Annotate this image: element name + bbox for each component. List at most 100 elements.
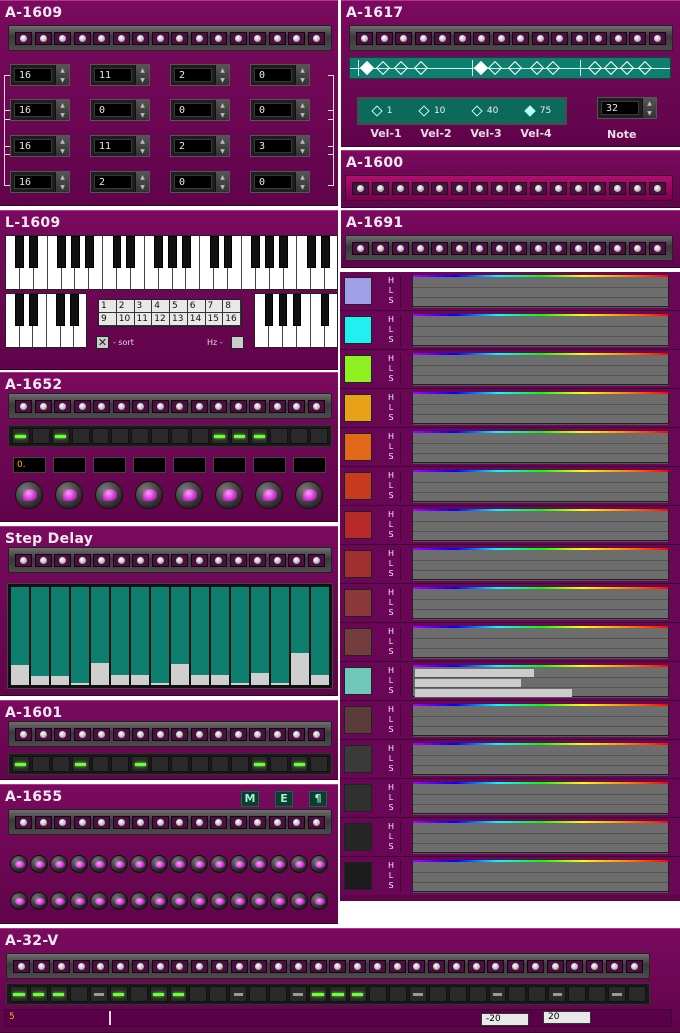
led-button[interactable] [210,553,228,567]
velocity-marker[interactable] [545,60,561,76]
led-button[interactable] [451,241,469,255]
step-strip[interactable] [8,753,332,775]
channel-cell[interactable]: 5 [170,300,188,313]
led-button[interactable] [93,31,111,45]
small-knob[interactable] [270,892,288,910]
step-delay-column[interactable] [51,587,69,685]
led-button[interactable] [190,31,208,45]
small-knob[interactable] [110,892,128,910]
step-button[interactable] [131,756,150,772]
black-key[interactable] [154,236,164,268]
led-button[interactable] [428,959,446,973]
led-button[interactable] [13,959,31,973]
black-key[interactable] [292,294,302,326]
small-knob[interactable] [290,855,308,873]
led-button[interactable] [54,815,72,829]
led-button[interactable] [531,31,549,45]
black-key[interactable] [84,236,94,268]
led-button[interactable] [566,959,584,973]
step-delay-column[interactable] [71,587,89,685]
color-swatch[interactable] [344,316,372,344]
spin-arrows[interactable]: ▲ ▼ [55,136,69,156]
number-stepper[interactable]: 11 ▲ ▼ [90,64,150,86]
channel-cell[interactable]: 13 [170,313,188,326]
velocity-marker[interactable] [587,60,603,76]
led-button[interactable] [408,959,426,973]
led-button[interactable] [268,815,286,829]
step-button[interactable] [210,756,229,772]
step-button[interactable] [408,986,427,1002]
step-button[interactable] [71,428,90,444]
led-button[interactable] [309,959,327,973]
step-button[interactable] [71,756,90,772]
number-stepper[interactable]: 2 ▲ ▼ [90,171,150,193]
value-field[interactable] [93,457,126,473]
led-button[interactable] [112,815,130,829]
velocity-item[interactable]: 75 [524,105,551,117]
hls-sliders[interactable] [412,626,669,659]
led-button[interactable] [288,553,306,567]
step-button[interactable] [31,428,50,444]
spin-arrows[interactable]: ▲ ▼ [135,172,149,192]
value-field[interactable]: 0. [13,457,46,473]
hls-sliders[interactable] [412,392,669,425]
position-bar[interactable]: 5 -20 20 [4,1009,672,1027]
led-button[interactable] [288,399,306,413]
led-button[interactable] [605,959,623,973]
hls-sliders[interactable] [412,470,669,503]
small-knob[interactable] [130,855,148,873]
small-knob[interactable] [70,892,88,910]
black-key[interactable] [57,236,66,268]
step-button[interactable] [171,428,189,444]
hls-sliders[interactable] [412,782,669,815]
step-delay-column[interactable] [311,587,329,685]
led-row[interactable] [8,721,332,747]
led-button[interactable] [151,815,169,829]
channel-cell[interactable]: 4 [152,300,170,313]
step-strip[interactable] [6,983,650,1005]
led-button[interactable] [93,399,111,413]
hls-sliders[interactable] [412,704,669,737]
led-button[interactable] [210,399,228,413]
step-button[interactable] [230,428,249,444]
spin-arrows[interactable]: ▲ ▼ [295,136,309,156]
number-stepper[interactable]: 0 ▲ ▼ [170,99,230,121]
value-field[interactable] [53,457,86,473]
led-button[interactable] [171,31,189,45]
led-button[interactable] [375,31,393,45]
step-button[interactable] [528,986,547,1002]
step-button[interactable] [169,986,188,1002]
channel-grid[interactable]: 1 2 3 4 5 6 7 8 9 10 11 12 13 14 15 16 [98,299,242,327]
hls-sliders[interactable] [412,353,669,386]
led-button[interactable] [112,399,130,413]
black-key[interactable] [223,236,233,268]
spin-arrows[interactable]: ▲ ▼ [295,100,309,120]
small-knob[interactable] [110,855,128,873]
led-button[interactable] [112,959,130,973]
step-button[interactable] [151,756,169,772]
step-button[interactable] [448,986,467,1002]
step-delay-column[interactable] [291,587,309,685]
position-marker[interactable] [109,1011,111,1025]
led-button[interactable] [73,31,91,45]
small-knob[interactable] [30,855,48,873]
led-button[interactable] [249,727,267,741]
step-strip[interactable] [8,425,332,447]
knob[interactable] [295,481,323,509]
step-button[interactable] [289,986,308,1002]
led-row[interactable] [345,175,673,201]
channel-cell[interactable]: 12 [152,313,170,326]
led-button[interactable] [609,241,627,255]
velocity-marker[interactable] [507,60,523,76]
black-key[interactable] [320,236,330,268]
black-key[interactable] [15,236,25,268]
led-button[interactable] [190,399,208,413]
led-button[interactable] [648,31,666,45]
led-button[interactable] [73,815,91,829]
led-button[interactable] [329,959,347,973]
step-button[interactable] [309,986,327,1002]
led-button[interactable] [268,553,286,567]
small-knob[interactable] [150,855,168,873]
step-delay-column[interactable] [211,587,229,685]
led-button[interactable] [570,31,588,45]
